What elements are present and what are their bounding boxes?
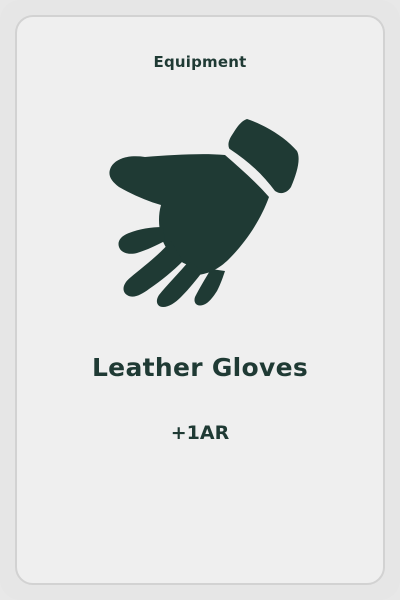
armor-stat: +1AR [170,422,230,444]
glove-icon [109,119,299,307]
card-frame: Equipment Leather Gloves +1AR [0,0,400,600]
item-card[interactable]: Equipment Leather Gloves +1AR [15,15,385,585]
card-category: Equipment [153,53,247,71]
glove-shape [109,119,299,307]
card-name: Leather Gloves [91,353,309,382]
